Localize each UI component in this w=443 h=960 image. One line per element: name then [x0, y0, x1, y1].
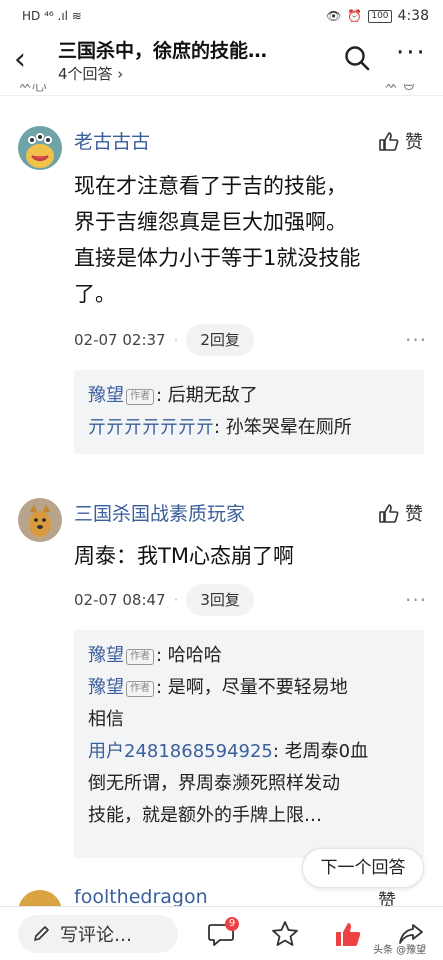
reply-item[interactable]: 亓亓亓亓亓亓亓: 孙笨哭晕在厕所: [88, 412, 410, 444]
status-left: HD ⁴⁶ .ıl ≋: [22, 9, 82, 23]
content-line: 周泰：我TM心态崩了啊: [74, 544, 294, 568]
comment-more-button[interactable]: ···: [405, 588, 427, 612]
reply-text: : 是啊，尽量不要轻易地: [156, 677, 348, 698]
reply-text: : 后期无敌了: [156, 385, 258, 406]
comment-meta: 02-07 08:47 · 3回复: [74, 584, 254, 616]
comment-time: 02-07 08:47: [74, 591, 166, 609]
like-answer-button[interactable]: [333, 919, 363, 949]
comment-time: 02-07 02:37: [74, 331, 166, 349]
author-name[interactable]: foolthedragon: [74, 888, 208, 908]
write-comment-input[interactable]: 写评论…: [18, 915, 178, 953]
bottom-action-bar: 写评论… 9 头条 @豫望: [0, 906, 443, 960]
reply-author[interactable]: 豫望: [88, 645, 124, 666]
monster-avatar-icon: [18, 126, 62, 170]
avatar[interactable]: [18, 498, 62, 542]
watermark: 头条 @豫望: [373, 945, 427, 956]
eye-icon: 👁: [326, 9, 342, 23]
reply-author[interactable]: 用户2481868594925: [88, 741, 273, 762]
avatar[interactable]: [18, 126, 62, 170]
back-button[interactable]: ‹: [14, 42, 42, 78]
reply-list[interactable]: 豫望 作者: 后期无敌了 亓亓亓亓亓亓亓: 孙笨哭晕在厕所: [74, 370, 424, 454]
comment-more-button[interactable]: ···: [405, 328, 427, 352]
content-line: 直接是体力小于等于1就没技能: [74, 246, 361, 270]
replies-button[interactable]: 3回复: [186, 584, 254, 616]
meta-separator: ·: [173, 331, 179, 349]
reply-author[interactable]: 亓亓亓亓亓亓亓: [88, 417, 214, 438]
thumbs-up-icon: [379, 504, 399, 523]
battery-indicator: 100: [368, 9, 392, 23]
author-tag: 作者: [126, 389, 154, 405]
question-title[interactable]: 三国杀中，徐庶的技能…: [58, 36, 318, 63]
more-dots-icon: ···: [396, 38, 427, 68]
more-button[interactable]: ···: [396, 38, 427, 68]
content-line: 现在才注意看了于吉的技能，: [74, 174, 347, 198]
reply-text: : 哈哈哈: [156, 645, 222, 666]
like-label: 赞: [405, 132, 423, 153]
comment-content: 现在才注意看了于吉的技能， 界于吉缠怨真是巨大加强啊。 直接是体力小于等于1就没…: [74, 168, 424, 312]
clipped-text-right: ㅆ ⊖: [384, 84, 416, 94]
clipped-previous-row: ㅆ心 ㅆ ⊖: [0, 84, 443, 96]
status-bar: HD ⁴⁶ .ıl ≋ 👁 ⏰ 100 4:38: [0, 0, 443, 32]
reply-list[interactable]: 豫望 作者: 哈哈哈 豫望 作者: 是啊，尽量不要轻易地相信 用户248186859…: [74, 630, 424, 858]
reply-text: : 老周泰0血: [272, 741, 369, 762]
clipped-text-left: ㅆ心: [18, 84, 47, 94]
favorite-button[interactable]: [270, 919, 300, 949]
thumbs-up-filled-icon: [336, 923, 361, 946]
next-answer-button[interactable]: 下一个回答: [302, 848, 424, 888]
reply-item[interactable]: 豫望 作者: 哈哈哈: [88, 640, 410, 672]
answer-count-link[interactable]: 4个回答 ›: [58, 63, 123, 84]
like-button[interactable]: 赞: [378, 500, 423, 526]
signal-indicators: HD ⁴⁶ .ıl ≋: [22, 9, 82, 23]
author-tag: 作者: [126, 649, 154, 665]
content-line: 了。: [74, 282, 116, 306]
search-button[interactable]: [343, 44, 371, 72]
reply-text: : 孙笨哭晕在厕所: [214, 417, 352, 438]
reply-author[interactable]: 豫望: [88, 677, 124, 698]
status-time: 4:38: [397, 8, 429, 24]
dog-avatar-icon: [18, 498, 62, 542]
write-comment-label: 写评论…: [60, 925, 132, 946]
reply-text-cont: 相信: [88, 709, 124, 730]
reply-item[interactable]: 豫望 作者: 后期无敌了: [88, 380, 410, 412]
comment-count-badge: 9: [225, 917, 239, 931]
like-button[interactable]: 赞: [378, 128, 423, 154]
like-label[interactable]: 赞: [378, 888, 396, 908]
reply-text-cont: 倒无所谓，界周泰濒死照样发动: [88, 773, 340, 794]
author-name[interactable]: 三国杀国战素质玩家: [74, 499, 245, 526]
reply-author[interactable]: 豫望: [88, 385, 124, 406]
chevron-left-icon: ‹: [14, 42, 26, 77]
meta-separator: ·: [173, 591, 179, 609]
status-right: 👁 ⏰ 100 4:38: [326, 8, 429, 24]
reply-item[interactable]: 用户2481868594925: 老周泰0血倒无所谓，界周泰濒死照样发动 技能，就…: [88, 736, 410, 832]
comment-content: 周泰：我TM心态崩了啊: [74, 538, 424, 574]
pencil-icon: [34, 926, 49, 941]
alarm-icon: ⏰: [347, 9, 363, 23]
search-icon: [345, 46, 370, 71]
reply-text-cont: 技能，就是额外的手牌上限…: [88, 805, 322, 826]
star-icon: [272, 921, 298, 946]
content-line: 界于吉缠怨真是巨大加强啊。: [74, 210, 347, 234]
thumbs-up-icon: [379, 132, 399, 151]
comment-item-partial: foolthedragon 赞: [0, 888, 443, 908]
question-header: ‹ 三国杀中，徐庶的技能… 4个回答 › ···: [0, 32, 443, 88]
like-label: 赞: [405, 504, 423, 525]
author-tag: 作者: [126, 681, 154, 697]
reply-item[interactable]: 豫望 作者: 是啊，尽量不要轻易地相信: [88, 672, 410, 736]
comment-meta: 02-07 02:37 · 2回复: [74, 324, 254, 356]
author-name[interactable]: 老古古古: [74, 127, 150, 154]
replies-button[interactable]: 2回复: [186, 324, 254, 356]
